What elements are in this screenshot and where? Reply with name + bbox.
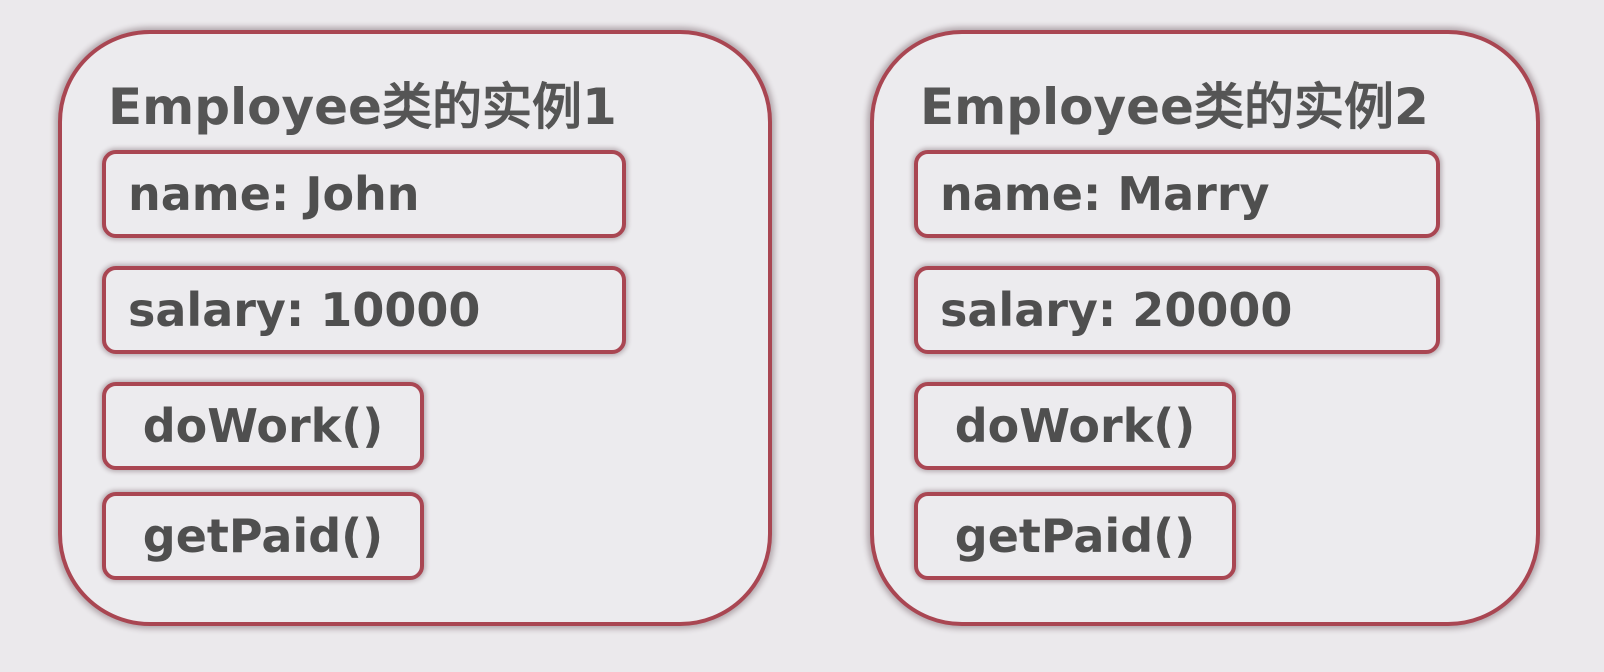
instance-1-name-field: name: John xyxy=(102,150,626,238)
instance-2-dowork-method: doWork() xyxy=(914,382,1236,470)
instance-1-dowork-method: doWork() xyxy=(102,382,424,470)
instance-1-getpaid-method: getPaid() xyxy=(102,492,424,580)
instance-2-box: Employee类的实例2 name: Marry salary: 20000 … xyxy=(870,30,1540,626)
instance-2-getpaid-method: getPaid() xyxy=(914,492,1236,580)
instance-1-salary-field: salary: 10000 xyxy=(102,266,626,354)
instance-1-box: Employee类的实例1 name: John salary: 10000 d… xyxy=(58,30,772,626)
instance-2-salary-field: salary: 20000 xyxy=(914,266,1440,354)
instance-2-title: Employee类的实例2 xyxy=(920,78,1429,136)
instance-1-title: Employee类的实例1 xyxy=(108,78,617,136)
instance-2-name-field: name: Marry xyxy=(914,150,1440,238)
